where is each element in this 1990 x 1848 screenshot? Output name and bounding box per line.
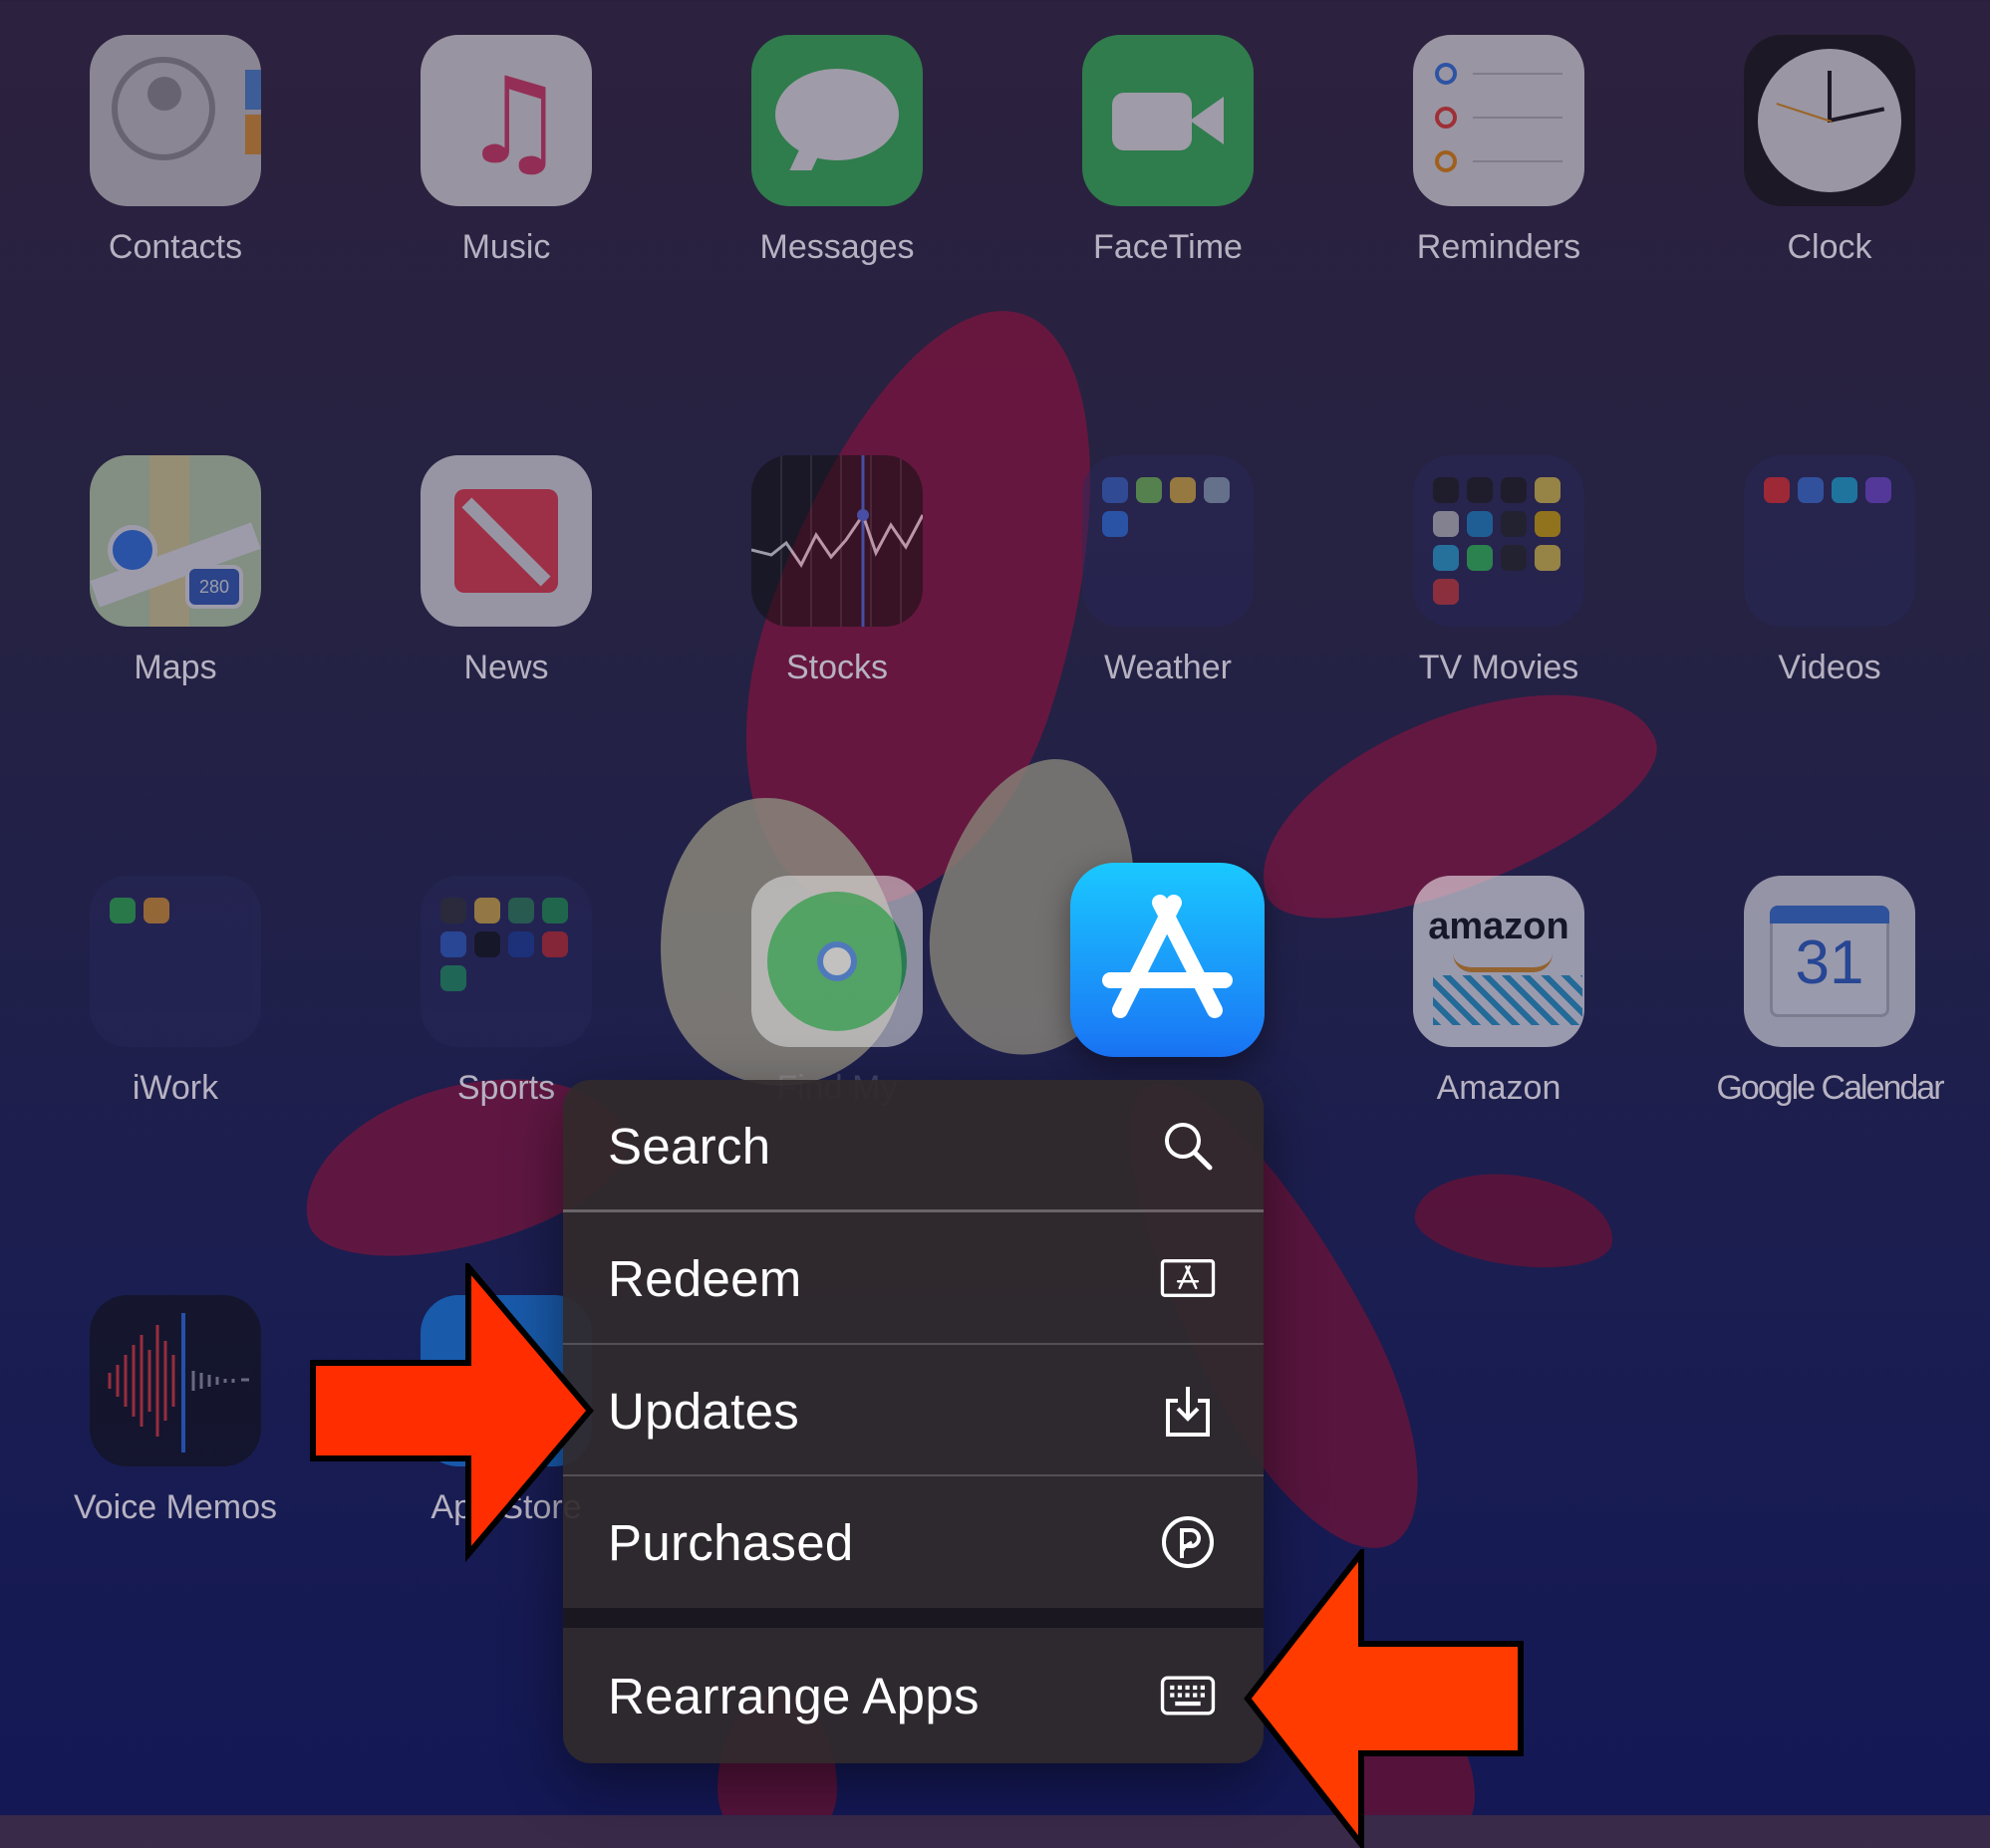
messages-icon — [751, 35, 923, 206]
app-store-glyph-icon — [1102, 895, 1233, 1018]
maps-icon: 280 — [90, 455, 261, 627]
app-stocks[interactable]: Stocks — [751, 455, 923, 687]
app-label: News — [463, 649, 549, 686]
annotation-arrow-left — [1244, 1549, 1524, 1848]
app-tv-movies-folder[interactable]: TV Movies — [1413, 455, 1584, 687]
app-videos-folder[interactable]: Videos — [1744, 455, 1915, 687]
voice-memos-icon — [90, 1295, 261, 1466]
app-label: Amazon — [1436, 1069, 1562, 1107]
keyboard-icon — [1160, 1668, 1216, 1723]
app-store-context-menu: Search Redeem Updates Purchased Rearrang… — [563, 1080, 1264, 1763]
google-calendar-icon: 31 — [1744, 876, 1915, 1047]
menu-item-rearrange-apps[interactable]: Rearrange Apps — [563, 1628, 1264, 1763]
annotation-arrow-right — [310, 1263, 594, 1562]
app-weather-folder[interactable]: Weather — [1082, 455, 1254, 687]
app-voice-memos[interactable]: Voice Memos — [74, 1295, 277, 1527]
app-label: Reminders — [1416, 228, 1581, 266]
app-music[interactable]: ♫ Music — [421, 35, 592, 267]
menu-item-label: Search — [608, 1117, 771, 1175]
app-amazon[interactable]: amazon Amazon — [1413, 876, 1584, 1108]
app-reminders[interactable]: Reminders — [1413, 35, 1584, 267]
reminders-icon — [1413, 35, 1584, 206]
app-label: FaceTime — [1093, 228, 1243, 266]
menu-item-purchased[interactable]: Purchased — [563, 1476, 1264, 1608]
app-label: iWork — [132, 1069, 219, 1107]
menu-item-label: Redeem — [608, 1249, 802, 1307]
contacts-icon — [90, 35, 261, 206]
music-icon: ♫ — [421, 35, 592, 206]
app-label: Weather — [1104, 649, 1232, 686]
videos-folder-icon — [1744, 455, 1915, 627]
app-label: Voice Memos — [73, 1488, 278, 1526]
menu-item-label: Rearrange Apps — [608, 1667, 980, 1724]
clock-icon — [1744, 35, 1915, 206]
app-label: Google Calendar — [1716, 1069, 1944, 1107]
app-label: Contacts — [108, 228, 243, 266]
app-maps[interactable]: 280 Maps — [90, 455, 261, 687]
app-messages[interactable]: Messages — [751, 35, 923, 267]
purchased-p-icon — [1160, 1514, 1216, 1570]
app-facetime[interactable]: FaceTime — [1082, 35, 1254, 267]
menu-item-search[interactable]: Search — [563, 1080, 1264, 1211]
menu-group-divider — [563, 1608, 1264, 1628]
sports-folder-icon — [421, 876, 592, 1047]
app-news[interactable]: News — [421, 455, 592, 687]
find-my-icon — [751, 876, 923, 1047]
menu-item-updates[interactable]: Updates — [563, 1345, 1264, 1476]
amazon-wordmark: amazon — [1428, 906, 1569, 947]
app-label: Music — [461, 228, 551, 266]
menu-item-redeem[interactable]: Redeem — [563, 1212, 1264, 1344]
app-label: Stocks — [785, 649, 889, 686]
app-find-my[interactable]: Find My — [751, 876, 923, 1108]
tv-movies-folder-icon — [1413, 455, 1584, 627]
app-label: TV Movies — [1418, 649, 1579, 686]
calendar-day: 31 — [1795, 928, 1864, 997]
app-label: Messages — [759, 228, 915, 266]
app-label: Clock — [1787, 228, 1872, 266]
app-label: Videos — [1778, 649, 1881, 686]
menu-item-label: Purchased — [608, 1513, 854, 1571]
route-shield: 280 — [185, 565, 243, 609]
amazon-icon: amazon — [1413, 876, 1584, 1047]
app-sports-folder[interactable]: Sports — [421, 876, 592, 1108]
app-contacts[interactable]: Contacts — [90, 35, 261, 267]
stocks-icon — [751, 455, 923, 627]
iwork-folder-icon — [90, 876, 261, 1047]
app-clock[interactable]: Clock — [1744, 35, 1915, 267]
app-google-calendar[interactable]: 31 Google Calendar — [1716, 876, 1945, 1108]
facetime-icon — [1082, 35, 1254, 206]
app-store-icon[interactable] — [1070, 863, 1265, 1057]
magnifier-icon — [1160, 1118, 1216, 1174]
app-label: Maps — [134, 649, 217, 686]
redeem-card-icon — [1160, 1250, 1216, 1306]
news-icon — [421, 455, 592, 627]
app-iwork-folder[interactable]: iWork — [90, 876, 261, 1108]
menu-item-label: Updates — [608, 1382, 800, 1440]
download-tray-icon — [1160, 1383, 1216, 1439]
weather-folder-icon — [1082, 455, 1254, 627]
